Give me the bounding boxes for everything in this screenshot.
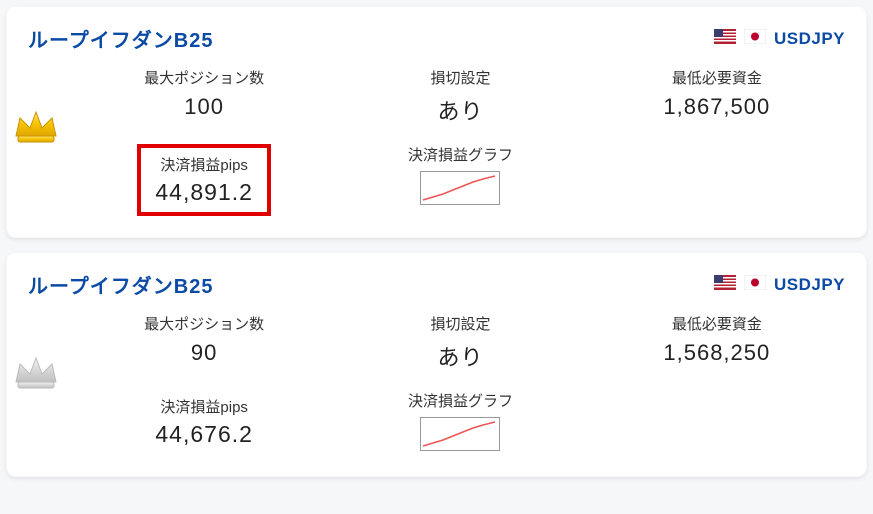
max-positions-label: 最大ポジション数 — [76, 67, 332, 88]
settlement-graph-block: 決済損益グラフ — [332, 390, 588, 455]
min-funds-label: 最低必要資金 — [589, 67, 845, 88]
currency-pair[interactable]: USDJPY — [714, 29, 845, 49]
currency-pair-label: USDJPY — [774, 29, 845, 49]
flag-us-icon — [714, 29, 736, 49]
flag-jp-icon — [744, 275, 766, 295]
settlement-pips-value: 44,676.2 — [155, 421, 253, 448]
min-funds-label: 最低必要資金 — [589, 313, 845, 334]
max-positions-value: 90 — [76, 340, 332, 366]
min-funds-stat: 最低必要資金 1,867,500 — [589, 67, 845, 126]
highlight-box: 決済損益pips 44,891.2 — [137, 144, 271, 216]
strategy-card[interactable]: ループイフダンB25 USDJPY 最大ポジション数 100 損切設定 あり 最… — [6, 6, 867, 238]
settlement-pips-label: 決済損益pips — [155, 396, 253, 417]
stoploss-value: あり — [332, 94, 588, 126]
currency-pair[interactable]: USDJPY — [714, 275, 845, 295]
settlement-pips-value: 44,891.2 — [155, 179, 253, 206]
strategy-title[interactable]: ループイフダンB25 — [28, 270, 214, 299]
rank-crown-gold — [4, 106, 68, 146]
stoploss-label: 損切設定 — [332, 313, 588, 334]
stoploss-label: 損切設定 — [332, 67, 588, 88]
min-funds-value: 1,568,250 — [589, 340, 845, 366]
max-positions-stat: 最大ポジション数 100 — [76, 67, 332, 126]
flag-us-icon — [714, 275, 736, 295]
stoploss-stat: 損切設定 あり — [332, 67, 588, 126]
max-positions-stat: 最大ポジション数 90 — [76, 313, 332, 372]
settlement-graph-block: 決済損益グラフ — [332, 144, 588, 209]
settlement-graph-thumbnail[interactable] — [420, 417, 500, 451]
min-funds-value: 1,867,500 — [589, 94, 845, 120]
pips-box: 決済損益pips 44,676.2 — [141, 390, 267, 454]
max-positions-label: 最大ポジション数 — [76, 313, 332, 334]
rank-crown-silver — [4, 352, 68, 392]
currency-pair-label: USDJPY — [774, 275, 845, 295]
settlement-graph-thumbnail[interactable] — [420, 171, 500, 205]
settlement-pips-stat: 決済損益pips 44,891.2 — [76, 144, 332, 216]
min-funds-stat: 最低必要資金 1,568,250 — [589, 313, 845, 372]
settlement-pips-label: 決済損益pips — [155, 154, 253, 175]
settlement-pips-stat: 決済損益pips 44,676.2 — [76, 390, 332, 454]
max-positions-value: 100 — [76, 94, 332, 120]
stoploss-value: あり — [332, 340, 588, 372]
strategy-card[interactable]: ループイフダンB25 USDJPY 最大ポジション数 90 損切設定 あり 最低… — [6, 252, 867, 477]
flag-jp-icon — [744, 29, 766, 49]
settlement-graph-label: 決済損益グラフ — [332, 144, 588, 165]
settlement-graph-label: 決済損益グラフ — [332, 390, 588, 411]
strategy-title[interactable]: ループイフダンB25 — [28, 24, 214, 53]
stoploss-stat: 損切設定 あり — [332, 313, 588, 372]
